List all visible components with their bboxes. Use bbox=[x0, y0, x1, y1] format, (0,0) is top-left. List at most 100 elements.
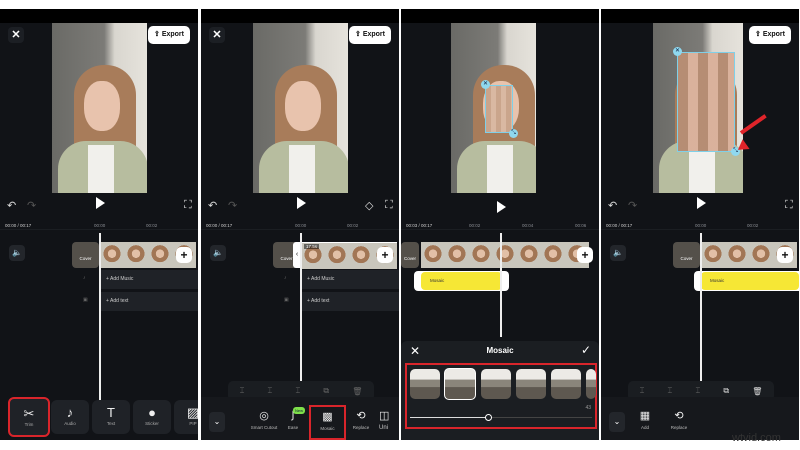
tool-label: PIP bbox=[189, 421, 197, 426]
music-icon: ♪ bbox=[284, 275, 287, 281]
split-start-icon[interactable]: ⌶ bbox=[240, 386, 245, 396]
export-button[interactable]: ⇪ Export bbox=[349, 26, 391, 44]
playhead[interactable] bbox=[500, 233, 502, 337]
play-icon[interactable] bbox=[297, 197, 306, 209]
tool-add-mosaic[interactable]: ▦ Add bbox=[627, 409, 663, 430]
export-button[interactable]: ⇪ Export bbox=[148, 26, 190, 44]
tool-mosaic[interactable]: ▩ Mosaic bbox=[309, 405, 346, 440]
mosaic-style-1[interactable] bbox=[410, 369, 440, 399]
panel-trim: ✕ ⇪ Export ↶ ↷ ⛶ 00:00 / 00:17 00:00 00:… bbox=[0, 0, 198, 450]
add-mosaic-icon: ▦ bbox=[639, 410, 651, 422]
mosaic-style-2-selected[interactable] bbox=[444, 368, 476, 400]
cover-button[interactable]: Cover bbox=[72, 242, 99, 268]
fullscreen-icon[interactable]: ⛶ bbox=[184, 199, 192, 212]
video-preview bbox=[253, 23, 348, 193]
add-music-track[interactable]: + Add Music bbox=[301, 270, 399, 289]
tick-label: 00:04 bbox=[522, 223, 534, 228]
duplicate-icon[interactable]: ⧉ bbox=[323, 386, 329, 396]
export-button[interactable]: ⇪ Export bbox=[749, 26, 791, 44]
clip-duration: 17.5s bbox=[304, 244, 320, 249]
sheet-title: Mosaic bbox=[486, 346, 514, 355]
undo-icon[interactable]: ↶ bbox=[608, 199, 617, 212]
chevron-down-icon[interactable]: ⌄ bbox=[609, 412, 625, 432]
play-icon[interactable] bbox=[497, 201, 506, 213]
tool-sticker[interactable]: ● Sticker bbox=[133, 400, 171, 434]
resize-handle-icon[interactable]: ⤡ bbox=[509, 129, 518, 138]
tick-label: 00:00 bbox=[295, 223, 307, 228]
watermark: wtvid.com bbox=[732, 432, 781, 444]
tool-label: Sticker bbox=[145, 421, 159, 426]
play-icon[interactable] bbox=[697, 197, 706, 209]
tool-trim[interactable]: ✂ Trim bbox=[8, 397, 50, 437]
add-clip-button[interactable]: + bbox=[377, 247, 393, 263]
mosaic-clip-label: Mosaic bbox=[421, 272, 502, 290]
mute-icon[interactable]: 🔈 bbox=[9, 245, 25, 261]
add-text-label: Add text bbox=[110, 298, 129, 304]
tool-replace[interactable]: ⟲ Replace bbox=[661, 409, 697, 430]
undo-icon[interactable]: ↶ bbox=[7, 199, 16, 212]
mosaic-style-6[interactable] bbox=[586, 369, 596, 399]
mosaic-clip[interactable]: Mosaic bbox=[694, 271, 799, 291]
remove-handle-icon[interactable]: ✕ bbox=[481, 80, 490, 89]
cover-button[interactable]: Cover bbox=[401, 242, 419, 268]
fullscreen-icon[interactable]: ⛶ bbox=[785, 199, 793, 212]
intensity-slider[interactable] bbox=[410, 414, 592, 421]
tool-label: Audio bbox=[64, 421, 76, 426]
playhead[interactable] bbox=[99, 233, 101, 425]
mosaic-icon: ▩ bbox=[322, 411, 333, 423]
tool-replace[interactable]: ⟲ Replace bbox=[343, 409, 379, 430]
close-icon[interactable]: ✕ bbox=[8, 27, 24, 43]
mute-icon[interactable]: 🔈 bbox=[210, 245, 226, 261]
duplicate-icon[interactable]: ⧉ bbox=[723, 386, 729, 396]
tool-label: Mosaic bbox=[320, 426, 335, 431]
mosaic-region[interactable] bbox=[485, 85, 513, 133]
redo-icon[interactable]: ↷ bbox=[228, 199, 237, 212]
redo-icon[interactable]: ↷ bbox=[27, 199, 36, 212]
redo-icon[interactable]: ↷ bbox=[628, 199, 637, 212]
add-clip-button[interactable]: + bbox=[577, 247, 593, 263]
check-icon[interactable]: ✓ bbox=[581, 343, 591, 357]
add-text-track[interactable]: + Add text bbox=[100, 292, 198, 311]
tool-label: Trim bbox=[24, 422, 34, 427]
add-music-track[interactable]: + Add Music bbox=[100, 270, 198, 289]
tool-label: Uni bbox=[379, 425, 389, 431]
add-clip-button[interactable]: + bbox=[777, 247, 793, 263]
mosaic-region[interactable] bbox=[677, 52, 735, 152]
close-icon[interactable]: ✕ bbox=[209, 27, 225, 43]
text-track-icon: ▣ bbox=[284, 297, 289, 303]
video-track[interactable] bbox=[421, 242, 589, 268]
cover-button[interactable]: Cover bbox=[673, 242, 700, 268]
keyframe-icon[interactable]: ◇ bbox=[365, 199, 373, 212]
cover-label: Cover bbox=[79, 256, 92, 261]
tool-unite[interactable]: ◫ Uni bbox=[379, 409, 399, 431]
add-clip-button[interactable]: + bbox=[176, 247, 192, 263]
video-preview bbox=[52, 23, 147, 193]
split-end-icon[interactable]: ⌶ bbox=[295, 386, 300, 396]
split-icon[interactable]: ⌶ bbox=[268, 386, 273, 396]
tool-pip[interactable]: ▨ PIP bbox=[174, 400, 198, 434]
add-music-label: Add Music bbox=[311, 276, 335, 282]
split-end-icon[interactable]: ⌶ bbox=[695, 386, 700, 396]
status-bar bbox=[0, 9, 198, 23]
delete-icon[interactable]: 🗑 bbox=[752, 387, 762, 396]
tool-label: Ease bbox=[287, 425, 299, 430]
mosaic-style-4[interactable] bbox=[516, 369, 546, 399]
play-icon[interactable] bbox=[96, 197, 105, 209]
delete-icon[interactable]: 🗑 bbox=[352, 387, 362, 396]
mosaic-style-5[interactable] bbox=[551, 369, 581, 399]
status-bar bbox=[401, 9, 599, 23]
undo-icon[interactable]: ↶ bbox=[208, 199, 217, 212]
add-text-track[interactable]: + Add text bbox=[301, 292, 399, 311]
remove-handle-icon[interactable]: ✕ bbox=[673, 47, 682, 56]
mosaic-style-3[interactable] bbox=[481, 369, 511, 399]
tool-text[interactable]: T Text bbox=[92, 400, 130, 434]
chevron-down-icon[interactable]: ⌄ bbox=[209, 412, 225, 432]
split-icon[interactable]: ⌶ bbox=[668, 386, 673, 396]
mute-icon[interactable]: 🔈 bbox=[610, 245, 626, 261]
fullscreen-icon[interactable]: ⛶ bbox=[385, 199, 393, 212]
split-start-icon[interactable]: ⌶ bbox=[640, 386, 645, 396]
tool-audio[interactable]: ♪ Audio bbox=[51, 400, 89, 434]
time-readout: 00:00 / 00:17 bbox=[606, 223, 633, 228]
mosaic-clip[interactable]: Mosaic bbox=[414, 271, 509, 291]
replace-icon: ⟲ bbox=[356, 410, 366, 422]
